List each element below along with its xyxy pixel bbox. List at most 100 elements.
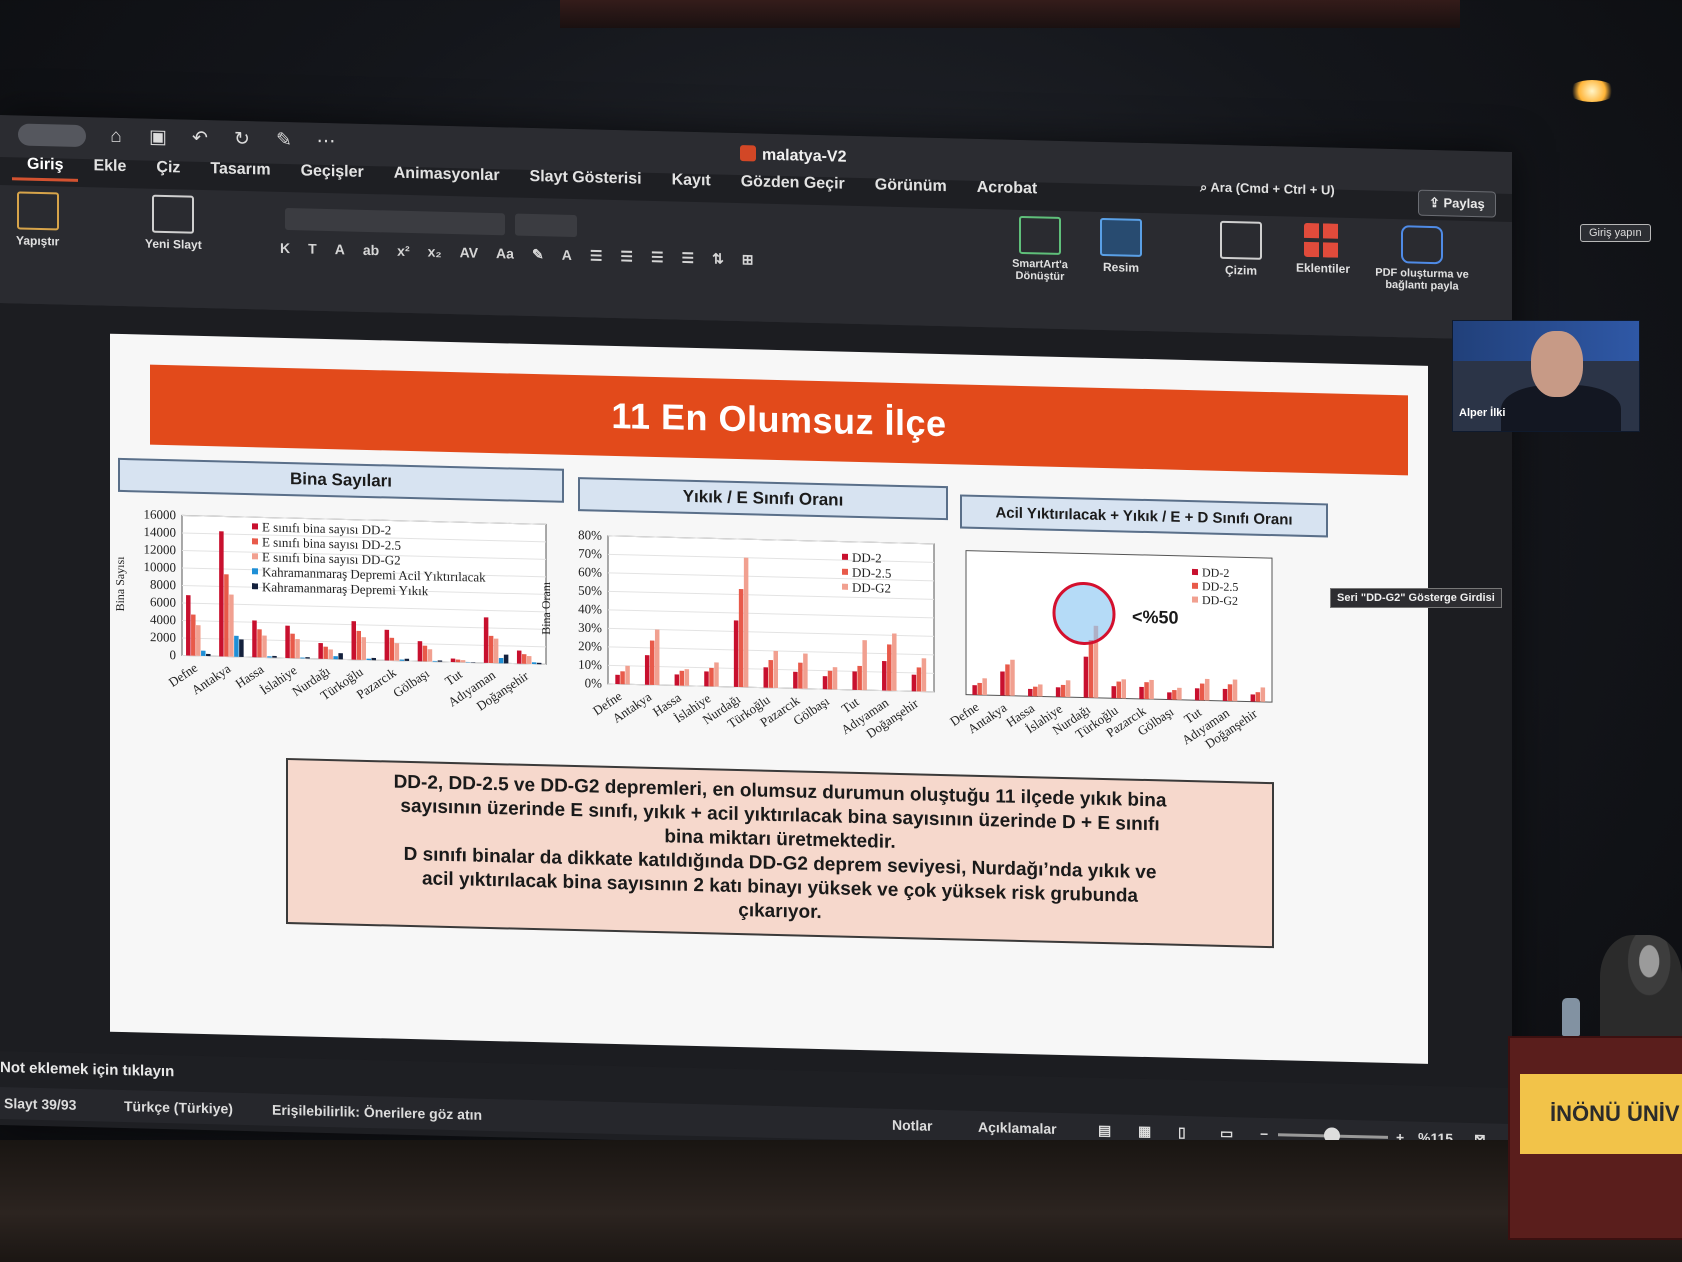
italic-icon[interactable]: T (308, 241, 317, 258)
bar (1088, 640, 1094, 698)
align-left-icon[interactable]: ☰ (590, 247, 603, 264)
save-icon[interactable]: ▣ (146, 127, 170, 150)
smartart-button[interactable]: SmartArt'a Dönüştür (1000, 215, 1080, 283)
bar (1116, 681, 1121, 699)
tab-1[interactable]: Ekle (78, 153, 141, 184)
slide-sorter-icon[interactable]: ▦ (1138, 1123, 1151, 1140)
case-icon[interactable]: Aa (496, 245, 514, 262)
slide-counter: Slayt 39/93 (4, 1095, 77, 1113)
form-icon[interactable]: ✎ (272, 130, 296, 153)
bar (262, 635, 267, 658)
bar (404, 658, 410, 661)
tab-3[interactable]: Tasarım (195, 156, 285, 187)
legend-label: DD-2 (1202, 565, 1229, 580)
bold-icon[interactable]: K (280, 240, 290, 257)
bar (371, 657, 376, 661)
bar (338, 653, 343, 660)
bar (1038, 684, 1043, 697)
podium-sign: İNÖNÜ ÜNİV (1520, 1074, 1682, 1154)
y-tick-label: 0 (170, 647, 176, 662)
share-button[interactable]: ⇪ Paylaş (1418, 189, 1496, 218)
account-pill[interactable] (18, 123, 86, 148)
bar (1005, 664, 1010, 696)
align-text-icon[interactable]: ⊞ (742, 251, 754, 268)
comments-toggle[interactable]: Açıklamalar (978, 1119, 1057, 1137)
font-color-icon[interactable]: A (562, 247, 572, 264)
y-axis-label: Bina Oranı (539, 581, 553, 635)
bar (793, 671, 798, 689)
bar (384, 629, 390, 661)
bar (982, 678, 987, 696)
legend-swatch (252, 538, 258, 545)
normal-view-icon[interactable]: ▤ (1098, 1122, 1111, 1139)
picture-button[interactable]: Resim (1100, 217, 1142, 275)
tab-6[interactable]: Slayt Gösterisi (515, 164, 657, 196)
highlight-icon[interactable]: ✎ (532, 246, 544, 263)
justify-icon[interactable]: ☰ (682, 250, 695, 267)
legend-swatch (252, 568, 258, 575)
underline-icon[interactable]: A (335, 241, 345, 258)
tab-9[interactable]: Görünüm (860, 172, 962, 203)
tab-4[interactable]: Geçişler (286, 158, 379, 189)
spacing-icon[interactable]: AV (460, 244, 478, 261)
more-icon[interactable]: ⋯ (314, 131, 338, 154)
bar (709, 667, 714, 687)
bar (1260, 687, 1266, 702)
bar (1167, 692, 1172, 700)
align-right-icon[interactable]: ☰ (651, 249, 664, 266)
bar (361, 637, 366, 660)
text-direction-icon[interactable]: ⇅ (712, 250, 724, 267)
paste-button[interactable]: Yapıştır (16, 191, 59, 248)
bar (763, 667, 768, 688)
tab-8[interactable]: Gözden Geçir (726, 169, 860, 201)
superscript-icon[interactable]: x² (397, 243, 409, 260)
tab-2[interactable]: Çiz (141, 154, 195, 184)
subscript-icon[interactable]: x₂ (428, 243, 442, 260)
font-size-select[interactable] (515, 213, 577, 238)
y-tick-label: 8000 (150, 577, 176, 593)
slide[interactable]: 11 En Olumsuz İlçe Bina Sayıları Yıkık /… (110, 333, 1428, 1064)
font-name-select[interactable] (285, 207, 505, 236)
accessibility-status[interactable]: Erişilebilirlik: Önerilere göz atın (272, 1102, 482, 1123)
y-tick-label: 70% (578, 546, 602, 562)
tab-0[interactable]: Giriş (12, 151, 79, 182)
bar (503, 654, 509, 664)
bar (972, 685, 977, 695)
bar (1232, 679, 1238, 702)
bar (827, 670, 833, 690)
bar (1144, 682, 1149, 700)
home-icon[interactable]: ⌂ (104, 126, 128, 149)
bar (862, 640, 867, 691)
tab-5[interactable]: Animasyonlar (379, 160, 515, 192)
addins-button[interactable]: Eklentiler (1296, 222, 1350, 276)
smartart-icon (1019, 215, 1061, 255)
reading-view-icon[interactable]: ▯ (1178, 1124, 1186, 1141)
bar (738, 589, 744, 688)
bar (620, 671, 625, 685)
bar (191, 614, 196, 656)
language-indicator[interactable]: Türkçe (Türkiye) (124, 1098, 233, 1117)
new-slide-icon (152, 194, 195, 234)
align-center-icon[interactable]: ☰ (620, 248, 633, 265)
bar (684, 669, 690, 686)
strikethrough-icon[interactable]: ab (363, 242, 379, 259)
notes-toggle[interactable]: Notlar (892, 1117, 932, 1134)
bar (892, 633, 897, 691)
undo-icon[interactable]: ↶ (188, 128, 212, 151)
new-slide-button[interactable]: Yeni Slayt (145, 194, 202, 252)
y-tick-label: 12000 (144, 542, 176, 558)
search-box[interactable]: ⌕ Ara (Cmd + Ctrl + U) (1200, 179, 1335, 198)
login-button[interactable]: Giriş yapın (1580, 224, 1651, 242)
create-pdf-button[interactable]: PDF oluşturma ve bağlantı payla (1372, 225, 1472, 293)
tab-7[interactable]: Kayıt (657, 167, 726, 198)
redo-icon[interactable]: ↻ (230, 129, 254, 152)
tab-10[interactable]: Acrobat (962, 175, 1052, 206)
chart-collapse-ratio: 0% 10% 20% 30% 40% 50% 60% 70% 80% Bina Oranı Defn… (539, 515, 960, 760)
drawing-button[interactable]: Çizim (1220, 220, 1262, 278)
legend-label: DD-2 (852, 550, 882, 566)
bar (536, 662, 542, 665)
bar (437, 660, 443, 662)
bar (521, 654, 527, 664)
addins-icon (1304, 222, 1343, 258)
bar (201, 650, 206, 657)
